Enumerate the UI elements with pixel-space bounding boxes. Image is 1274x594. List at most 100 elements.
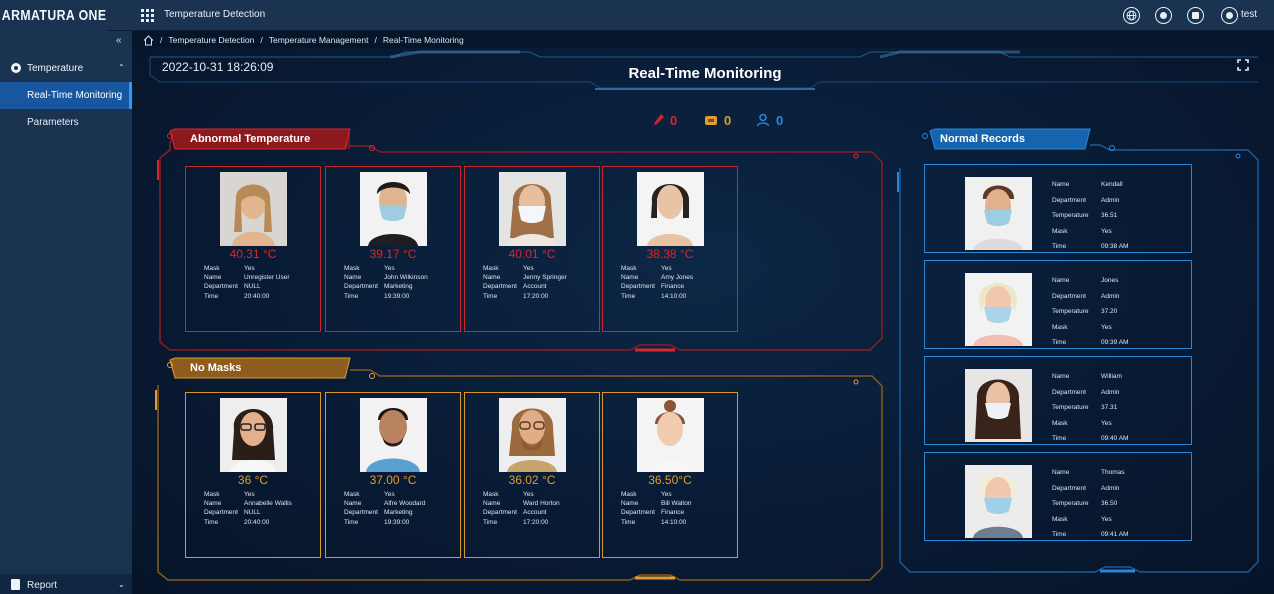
no-mask-card[interactable]: 37.00 °C Mask Yes Name Alfre Woodard Depar… bbox=[325, 392, 461, 558]
mask-value: Yes bbox=[1101, 515, 1112, 523]
no-mask-card[interactable]: 36.50°C Mask Yes Name Bill Walton Departme… bbox=[602, 392, 738, 558]
temperature-reading: 36.50°C bbox=[648, 473, 692, 487]
temperature-reading: 37.00 °C bbox=[369, 473, 417, 487]
normal-record-card[interactable]: Name Jones Department Admin Temperature 37.… bbox=[924, 260, 1192, 349]
face-photo bbox=[499, 172, 566, 246]
field-label: Time bbox=[344, 518, 359, 526]
temperature-reading: 40.01 °C bbox=[508, 247, 556, 261]
field-label: Department bbox=[344, 283, 378, 291]
abnormal-card[interactable]: 38.38 °C Mask Yes Name Amy Jones Departmen… bbox=[602, 166, 738, 332]
person-info: Mask Yes Name Jenny Springer Department Acc… bbox=[483, 264, 567, 301]
field-label: Name bbox=[204, 274, 222, 282]
name-value: Amy Jones bbox=[661, 274, 694, 282]
person-info: Name William Department Admin Temperature 3… bbox=[1052, 369, 1128, 447]
field-label: Time bbox=[1052, 243, 1067, 250]
field-label: Department bbox=[344, 509, 378, 517]
face-photo bbox=[965, 369, 1032, 442]
normal-record-card[interactable]: Name Thomas Department Admin Temperature 36… bbox=[924, 452, 1192, 541]
time-value: 17:20:00 bbox=[523, 292, 549, 300]
field-label: Department bbox=[204, 283, 238, 291]
field-label: Mask bbox=[1052, 419, 1068, 427]
field-label: Department bbox=[1052, 484, 1086, 492]
abnormal-card[interactable]: 40.01 °C Mask Yes Name Jenny Springer Depa… bbox=[464, 166, 600, 332]
no-mask-card[interactable]: 36 °C Mask Yes Name Annabelle Wallis Depar… bbox=[185, 392, 321, 558]
field-label: Department bbox=[1052, 292, 1086, 300]
department-value: NULL bbox=[244, 509, 261, 517]
field-label: Mask bbox=[483, 265, 499, 272]
field-label: Name bbox=[344, 274, 362, 282]
field-label: Time bbox=[621, 518, 636, 526]
field-label: Time bbox=[621, 292, 636, 300]
normal-record-card[interactable]: Name Kendall Department Admin Temperature 3… bbox=[924, 164, 1192, 253]
no-mask-icon bbox=[705, 116, 717, 125]
field-label: Name bbox=[621, 500, 639, 508]
temperature-reading: 39.17 °C bbox=[369, 247, 417, 261]
person-info: Mask Yes Name Annabelle Wallis Department N… bbox=[204, 490, 292, 527]
name-value: William bbox=[1101, 373, 1122, 380]
mask-value: Yes bbox=[384, 491, 395, 498]
face-photo bbox=[637, 172, 704, 246]
name-value: Annabelle Wallis bbox=[244, 500, 292, 508]
field-label: Mask bbox=[344, 491, 360, 498]
name-value: Kendall bbox=[1101, 181, 1123, 188]
face-photo bbox=[220, 172, 287, 246]
temperature-value: 37.20 bbox=[1101, 308, 1118, 315]
field-label: Mask bbox=[621, 265, 637, 272]
person-info: Mask Yes Name Alfre Woodard Department Mark… bbox=[344, 490, 425, 527]
face-photo bbox=[360, 172, 427, 246]
field-label: Mask bbox=[483, 491, 499, 498]
face-photo bbox=[637, 398, 704, 472]
person-info: Mask Yes Name Amy Jones Department Finance … bbox=[621, 264, 693, 301]
department-value: Account bbox=[523, 509, 547, 517]
field-label: Mask bbox=[1052, 323, 1068, 331]
mask-value: Yes bbox=[244, 265, 255, 272]
field-label: Department bbox=[1052, 196, 1086, 204]
department-value: Finance bbox=[661, 509, 685, 517]
abnormal-count: 0 bbox=[670, 113, 678, 128]
no-masks-section-title: No Masks bbox=[190, 362, 242, 374]
normal-record-card[interactable]: Name William Department Admin Temperature 3… bbox=[924, 356, 1192, 445]
abnormal-card[interactable]: 39.17 °C Mask Yes Name John Wilkinson Depa… bbox=[325, 166, 461, 332]
temperature-reading: 36 °C bbox=[237, 473, 269, 487]
time-value: 19:39:00 bbox=[384, 292, 410, 300]
name-value: Jones bbox=[1101, 277, 1119, 284]
person-info: Mask Yes Name Unregister User Department NU… bbox=[204, 264, 290, 301]
field-label: Name bbox=[344, 500, 362, 508]
temperature-reading: 38.38 °C bbox=[646, 247, 694, 261]
field-label: Time bbox=[344, 292, 359, 300]
field-label: Time bbox=[1052, 435, 1067, 442]
thermometer-icon bbox=[654, 114, 664, 125]
time-value: 14:10:00 bbox=[661, 518, 687, 526]
field-label: Mask bbox=[344, 265, 360, 272]
field-label: Temperature bbox=[1052, 308, 1089, 315]
field-label: Mask bbox=[204, 491, 220, 498]
field-label: Name bbox=[204, 500, 222, 508]
time-value: 20:40:00 bbox=[244, 292, 270, 300]
field-label: Temperature bbox=[1052, 212, 1089, 219]
field-label: Mask bbox=[1052, 515, 1068, 523]
no-mask-card[interactable]: 36.02 °C Mask Yes Name Ward Horton Departm… bbox=[464, 392, 600, 558]
mask-value: Yes bbox=[1101, 227, 1112, 235]
field-label: Name bbox=[621, 274, 639, 282]
department-value: Admin bbox=[1101, 292, 1120, 300]
mask-value: Yes bbox=[1101, 323, 1112, 331]
department-value: Account bbox=[523, 283, 547, 291]
person-info: Name Kendall Department Admin Temperature 3… bbox=[1052, 177, 1128, 255]
temperature-reading: 40.31 °C bbox=[229, 247, 277, 261]
abnormal-section-title: Abnormal Temperature bbox=[190, 133, 311, 145]
face-photo bbox=[360, 398, 427, 472]
mask-value: Yes bbox=[661, 491, 672, 498]
time-value: 09:41 AM bbox=[1101, 531, 1129, 538]
field-label: Department bbox=[621, 509, 655, 517]
department-value: Marketing bbox=[384, 509, 413, 517]
person-info: Name Jones Department Admin Temperature 37.… bbox=[1052, 273, 1128, 351]
fullscreen-icon[interactable] bbox=[1237, 59, 1249, 71]
normal-count: 0 bbox=[776, 113, 784, 128]
field-label: Name bbox=[1052, 373, 1070, 380]
department-value: Marketing bbox=[384, 283, 413, 291]
field-label: Mask bbox=[1052, 227, 1068, 235]
person-info: Mask Yes Name Bill Walton Department Financ… bbox=[621, 490, 691, 527]
no-mask-count: 0 bbox=[724, 113, 732, 128]
abnormal-card[interactable]: 40.31 °C Mask Yes Name Unregister User Dep… bbox=[185, 166, 321, 332]
field-label: Temperature bbox=[1052, 500, 1089, 507]
